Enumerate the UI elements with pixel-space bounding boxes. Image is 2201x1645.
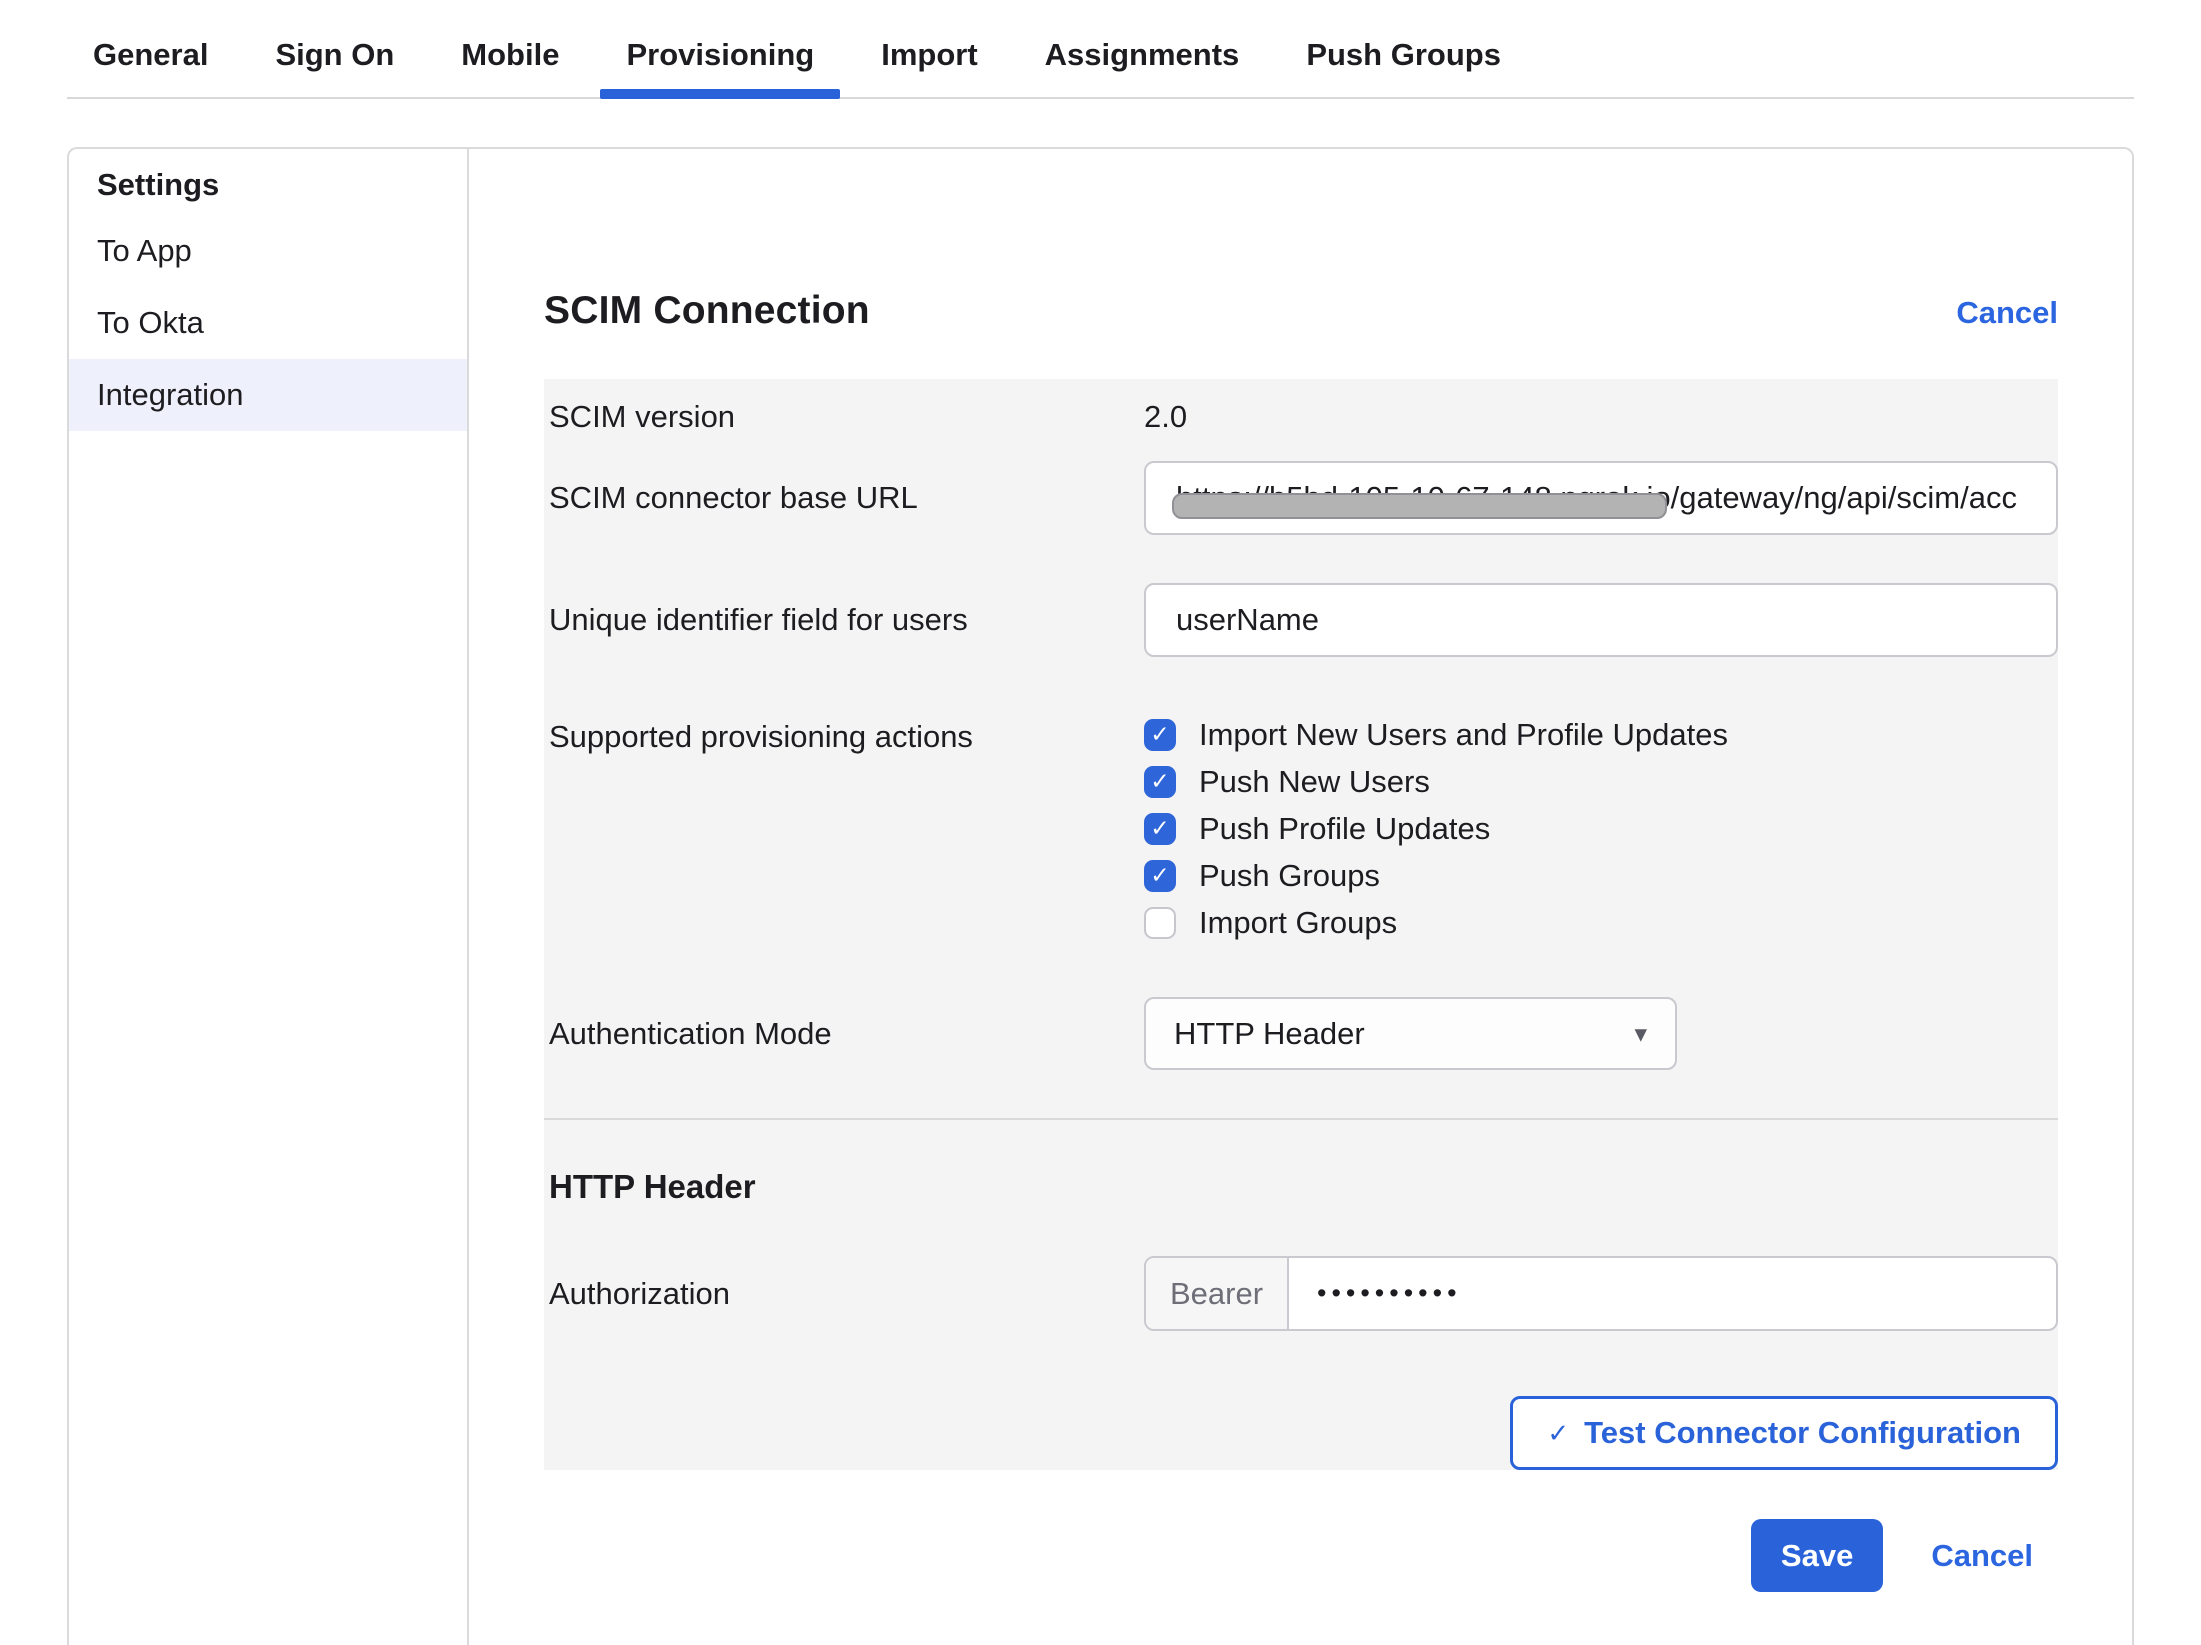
unique-id-value: userName [1176,602,1319,638]
checkbox-icon[interactable]: ✓ [1144,766,1176,798]
checkmark-icon: ✓ [1150,815,1169,842]
checkbox-icon[interactable]: ✓ [1144,860,1176,892]
checkbox-label: Push Groups [1199,858,1380,894]
auth-mode-select[interactable]: HTTP Header ▾ [1144,997,1677,1070]
test-connector-label: Test Connector Configuration [1584,1415,2021,1451]
scim-form-panel: SCIM version 2.0 SCIM connector base URL… [544,379,2058,1470]
base-url-redacted-segment: https://b5bd-105-10-67-148.ngrok.io [1176,480,1671,516]
checkbox-push-new-users[interactable]: ✓ Push New Users [1144,758,2058,805]
unique-id-input[interactable]: userName [1144,583,2058,657]
checkbox-icon[interactable]: ✓ [1144,907,1176,939]
checkmark-icon: ✓ [1150,721,1169,748]
cancel-button[interactable]: Cancel [1931,1538,2033,1574]
section-divider [544,1118,2058,1120]
test-connector-button[interactable]: ✓ Test Connector Configuration [1510,1396,2058,1470]
unique-id-row: Unique identifier field for users userNa… [544,583,2058,657]
auth-mode-label: Authentication Mode [544,1016,1144,1052]
tab-mobile[interactable]: Mobile [435,0,585,97]
chevron-down-icon: ▾ [1634,1019,1647,1049]
auth-mode-value: HTTP Header [1174,1016,1365,1052]
tab-sign-on[interactable]: Sign On [249,0,420,97]
title-row: SCIM Connection Cancel [544,289,2058,333]
checkbox-label: Import Groups [1199,905,1397,941]
authorization-label: Authorization [544,1276,1144,1312]
scim-version-row: SCIM version 2.0 [544,379,2058,437]
checkbox-icon[interactable]: ✓ [1144,719,1176,751]
checkbox-icon[interactable]: ✓ [1144,813,1176,845]
test-connector-row: ✓ Test Connector Configuration [544,1396,2058,1470]
tab-import[interactable]: Import [855,0,1003,97]
redaction-bar [1172,493,1667,519]
bearer-scheme-prefix: Bearer [1146,1258,1289,1329]
tab-general[interactable]: General [67,0,234,97]
checkbox-push-groups[interactable]: ✓ Push Groups [1144,852,2058,899]
base-url-input[interactable]: https://b5bd-105-10-67-148.ngrok.io /gat… [1144,461,2058,535]
sidebar-item-to-okta[interactable]: To Okta [69,287,467,359]
sidebar-heading: Settings [69,149,467,215]
page: General Sign On Mobile Provisioning Impo… [0,0,2201,1645]
checkbox-label: Import New Users and Profile Updates [1199,717,1728,753]
check-icon: ✓ [1547,1418,1569,1449]
checkmark-icon: ✓ [1150,909,1169,936]
base-url-label: SCIM connector base URL [544,480,1144,516]
tab-push-groups[interactable]: Push Groups [1280,0,1527,97]
checkbox-label: Push New Users [1199,764,1430,800]
checkmark-icon: ✓ [1150,862,1169,889]
cancel-link-top[interactable]: Cancel [1956,295,2058,331]
form-actions-row: Save Cancel [544,1519,2058,1592]
tab-assignments[interactable]: Assignments [1019,0,1266,97]
provisioning-actions-row: Supported provisioning actions ✓ Import … [544,711,2058,946]
auth-mode-row: Authentication Mode HTTP Header ▾ [544,997,2058,1070]
checkbox-import-new-users[interactable]: ✓ Import New Users and Profile Updates [1144,711,2058,758]
base-url-visible-suffix: /gateway/ng/api/scim/acc [1671,480,2017,515]
http-header-heading: HTTP Header [544,1168,2058,1208]
provisioning-actions-group: ✓ Import New Users and Profile Updates ✓… [1144,711,2058,946]
checkbox-label: Push Profile Updates [1199,811,1490,847]
checkmark-icon: ✓ [1150,768,1169,795]
base-url-value: https://b5bd-105-10-67-148.ngrok.io /gat… [1176,480,2017,516]
main-content: SCIM Connection Cancel SCIM version 2.0 … [469,149,2132,1645]
checkbox-push-profile-updates[interactable]: ✓ Push Profile Updates [1144,805,2058,852]
sidebar-item-integration[interactable]: Integration [69,359,467,431]
tab-provisioning[interactable]: Provisioning [600,0,840,97]
scim-version-label: SCIM version [544,399,1144,435]
masked-token-value: •••••••••• [1289,1258,1462,1329]
sidebar-item-to-app[interactable]: To App [69,215,467,287]
checkbox-import-groups[interactable]: ✓ Import Groups [1144,899,2058,946]
page-title: SCIM Connection [544,289,870,333]
authorization-row: Authorization Bearer •••••••••• [544,1256,2058,1331]
provisioning-card: Settings To App To Okta Integration SCIM… [67,147,2134,1645]
app-tab-bar: General Sign On Mobile Provisioning Impo… [67,0,2134,99]
provisioning-actions-label: Supported provisioning actions [544,711,1144,755]
unique-id-label: Unique identifier field for users [544,602,1144,638]
scim-version-value: 2.0 [1144,399,2058,435]
settings-sidebar: Settings To App To Okta Integration [69,149,469,1645]
authorization-token-input[interactable]: Bearer •••••••••• [1144,1256,2058,1331]
base-url-row: SCIM connector base URL https://b5bd-105… [544,461,2058,535]
save-button[interactable]: Save [1751,1519,1883,1592]
